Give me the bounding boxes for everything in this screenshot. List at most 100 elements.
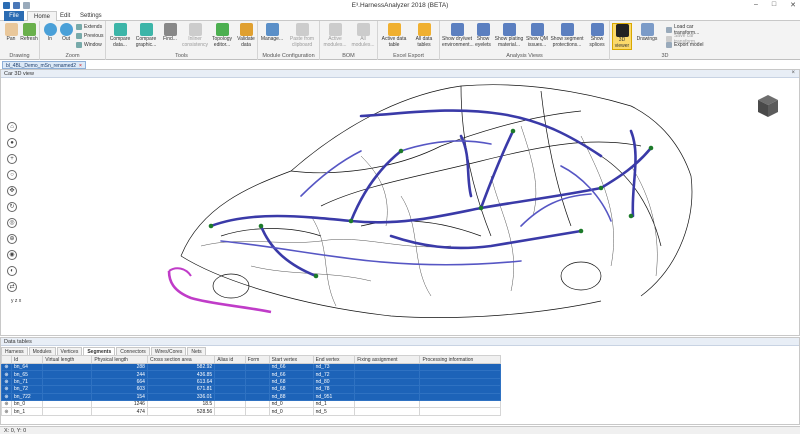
home-view-icon[interactable]: ⌂ (7, 122, 17, 132)
expand-icon[interactable]: ⊕ (1, 385, 12, 394)
zoom-previous-button[interactable]: Previous (76, 33, 103, 39)
show-splices-button[interactable]: Show splices (586, 23, 608, 48)
export-model-button[interactable]: Export model (666, 42, 703, 48)
tab-nets[interactable]: Nets (187, 347, 206, 355)
table-cell: bn_71 (10, 377, 44, 387)
table-cell: bn_722 (10, 392, 44, 401)
tab-settings[interactable]: Settings (74, 11, 108, 21)
paste-label: Paste from clipboard (289, 36, 315, 48)
contrast-icon[interactable]: ◐ (7, 266, 17, 276)
previous-icon (76, 33, 82, 39)
record-icon[interactable]: ● (7, 138, 17, 148)
expand-icon[interactable]: ⊕ (1, 392, 12, 401)
show-qm-issues-button[interactable]: Show QM issues... (525, 23, 549, 48)
table-cell: 154 (91, 392, 148, 401)
show-plating-button[interactable]: Show plating material... (494, 23, 524, 48)
column-header[interactable]: Cross section area (146, 355, 216, 364)
table-row[interactable]: ⊕ bn_722 154 336.01 nd_88 nd_951 (1, 392, 501, 401)
find-button[interactable]: Find... (160, 23, 180, 43)
zoom-extends-button[interactable]: Extends (76, 24, 102, 30)
zoom-window-button[interactable]: Window (76, 42, 102, 48)
orbit-icon[interactable]: ◎ (7, 218, 17, 228)
pan-button[interactable]: Pan (3, 23, 19, 43)
validate-data-button[interactable]: Validate data (235, 23, 257, 48)
active-modules-button[interactable]: Active modules... (322, 23, 348, 48)
expand-column-header (1, 355, 12, 364)
group-tools: Compare data... Compare graphic... Find.… (106, 21, 258, 60)
zoom-in-button[interactable]: In (43, 23, 57, 43)
table-row[interactable]: ⊕ bn_1 474 528.56 nd_0 nd_5 (1, 407, 501, 416)
tab-vertices[interactable]: Vertices (56, 347, 83, 355)
tab-modules[interactable]: Modules (28, 347, 56, 355)
data-tables-title: Data tables (4, 339, 32, 345)
tab-segments[interactable]: Segments (83, 347, 116, 355)
column-header[interactable]: Physical length (91, 355, 148, 364)
expand-icon[interactable]: ⊕ (1, 370, 12, 379)
extends-label: Extends (84, 24, 103, 30)
column-header[interactable]: Form (244, 355, 270, 364)
table-cell: 582.92 (146, 362, 216, 372)
zoom-icon[interactable]: + (7, 154, 17, 164)
window-label: Window (84, 42, 102, 48)
column-header[interactable]: Processing information (419, 355, 501, 364)
column-header[interactable]: Id (10, 355, 44, 364)
tab-wires-cores[interactable]: Wires/Cores (150, 347, 187, 355)
document-tab[interactable]: bl_4BL_Demo_mSn_renamed2 × (2, 61, 86, 69)
table-cell: nd_78 (312, 385, 356, 394)
tab-harness[interactable]: Harness (1, 347, 28, 355)
paste-clipboard-button[interactable]: Paste from clipboard (286, 23, 318, 48)
drawings-button[interactable]: Drawings (635, 23, 659, 43)
show-segment-protections-button[interactable]: Show segment protections... (550, 23, 584, 48)
column-header[interactable]: Alias id (214, 355, 246, 364)
table-header-row: Id Virtual length Physical length Cross … (1, 355, 501, 364)
view-cube[interactable] (757, 94, 779, 118)
move-icon[interactable]: ✥ (7, 186, 17, 196)
search-icon[interactable]: ○ (7, 170, 17, 180)
table-row[interactable]: ⊕ bn_0 1246 18.5 nd_0 nd_1 (1, 399, 501, 409)
column-header[interactable]: Virtual length (42, 355, 93, 364)
zoom-out-button[interactable]: Out (59, 23, 73, 43)
expand-icon[interactable]: ⊕ (1, 407, 12, 416)
expand-icon[interactable]: ⊕ (1, 399, 12, 409)
tab-file[interactable]: File (4, 11, 24, 21)
swap-icon[interactable]: ⇄ (7, 282, 17, 292)
column-header[interactable]: Fixing assignment (354, 355, 421, 364)
validate-label: Validate data (237, 36, 255, 48)
target-icon[interactable]: ⊕ (7, 234, 17, 244)
excel-icon (387, 23, 401, 36)
3d-viewer-button[interactable]: 3D viewer (612, 23, 632, 50)
table-row[interactable]: ⊕ bn_65 244 436.85 nd_66 nd_72 (1, 370, 501, 379)
all-data-tables-button[interactable]: All data tables (410, 23, 438, 48)
table-row[interactable]: ⊕ bn_71 664 613.64 nd_68 nd_80 (1, 377, 501, 387)
manage-button[interactable]: Manage... (260, 23, 284, 43)
qm-label: Show QM issues... (526, 36, 548, 48)
topology-editor-button[interactable]: Topology editor... (210, 23, 234, 48)
column-header[interactable]: End vertex (312, 355, 356, 364)
table-row[interactable]: ⊕ bn_64 288 582.92 nd_66 nd_73 (1, 362, 501, 372)
inliner-consistency-button[interactable]: Inliner consistency (181, 23, 209, 48)
compare-data-button[interactable]: Compare data... (108, 23, 132, 48)
tab-edit[interactable]: Edit (54, 11, 76, 21)
close-button[interactable]: ✕ (790, 1, 796, 9)
car-3d-view[interactable]: Car 3D view × ⌂ ● + ○ ✥ ↻ ◎ ⊕ ◉ ◐ ⇄ y z … (0, 69, 800, 336)
show-dry-wet-button[interactable]: Show dry/wet environment... (442, 23, 474, 48)
minimize-button[interactable]: – (754, 1, 758, 9)
harness-3d-model[interactable] (161, 76, 701, 331)
close-icon[interactable]: × (791, 70, 795, 76)
tab-connectors[interactable]: Connectors (116, 347, 150, 355)
table-cell (42, 407, 93, 416)
table-row[interactable]: ⊕ bn_72 603 671.81 nd_68 nd_78 (1, 385, 501, 394)
active-data-table-button[interactable]: Active data table (380, 23, 408, 48)
table-cell (42, 362, 93, 372)
inliner-icon (188, 23, 202, 36)
eye-icon[interactable]: ◉ (7, 250, 17, 260)
all-modules-button[interactable]: All modules... (350, 23, 376, 48)
show-eyelets-button[interactable]: Show eyelets (473, 23, 493, 48)
expand-icon[interactable]: ⊕ (1, 362, 12, 372)
maximize-button[interactable]: □ (772, 1, 776, 9)
column-header[interactable]: Start vertex (268, 355, 314, 364)
refresh-button[interactable]: Refresh (20, 23, 38, 43)
rotate-icon[interactable]: ↻ (7, 202, 17, 212)
expand-icon[interactable]: ⊕ (1, 377, 12, 387)
compare-graphic-button[interactable]: Compare graphic... (133, 23, 159, 48)
